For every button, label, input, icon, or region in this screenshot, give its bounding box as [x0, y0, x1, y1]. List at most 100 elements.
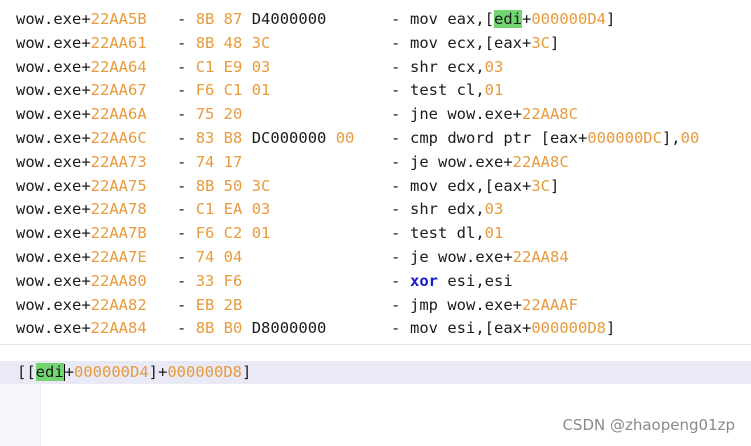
separator-dash: - — [177, 81, 187, 100]
operand-text: ] — [550, 33, 560, 52]
expr-mid: ]+ — [148, 363, 168, 381]
operand-text: ] — [605, 319, 616, 338]
highlighted-register: edi — [494, 10, 522, 28]
operand-text: shr ecx, — [410, 57, 485, 76]
instruction-address: wow.exe+22AA84 — [16, 317, 147, 341]
operand-number: 03 — [484, 57, 504, 76]
separator-dash: - — [391, 271, 401, 290]
address-module: wow.exe+ — [16, 33, 91, 52]
instruction-address: wow.exe+22AA61 — [16, 32, 147, 56]
immediate-bytes: D4000000 — [251, 10, 327, 28]
separator-dash: - — [177, 176, 187, 195]
instruction-address: wow.exe+22AA73 — [16, 151, 147, 175]
immediate-bytes: 03 — [251, 200, 271, 219]
operand-text: + — [522, 10, 532, 28]
mnemonic-keyword: xor — [410, 271, 438, 290]
separator-dash: - — [177, 224, 187, 243]
address-module: wow.exe+ — [16, 200, 91, 219]
pointer-expression-bar[interactable]: [[edi+000000D4]+000000D8] — [0, 361, 751, 384]
pointer-expression[interactable]: [[edi+000000D4]+000000D8] — [17, 361, 251, 384]
expr-offset-1: 000000D4 — [74, 363, 149, 381]
operand-text: jmp wow.exe+ — [410, 295, 522, 314]
instruction-bytes: - 74 17 — [177, 151, 242, 175]
operand-text: ] — [606, 10, 616, 28]
instruction-address: wow.exe+22AA7E — [16, 246, 147, 270]
instruction-address: wow.exe+22AA6C — [16, 127, 147, 151]
instruction-bytes: - C1 E9 03 — [177, 56, 270, 80]
address-module: wow.exe+ — [16, 105, 91, 124]
address-offset: 22AA64 — [90, 57, 147, 76]
instruction-bytes: - F6 C2 01 — [177, 222, 270, 246]
instruction-address: wow.exe+22AA64 — [16, 56, 147, 80]
operand-text: je wow.exe+ — [410, 247, 513, 266]
separator-dash: - — [391, 176, 401, 195]
separator-dash: - — [391, 33, 401, 52]
opcode-bytes: 8B B0 — [195, 319, 243, 338]
operand-text: mov ecx,[eax+ — [410, 33, 532, 52]
immediate-bytes: 01 — [251, 81, 271, 100]
instruction-bytes: - F6 C1 01 — [177, 79, 270, 103]
address-module: wow.exe+ — [16, 176, 91, 195]
immediate-tail-bytes: 00 — [335, 128, 355, 147]
assembly-instruction: jne wow.exe+22AA8C — [410, 103, 578, 127]
separator-dash: - — [177, 319, 187, 338]
address-offset: 22AA6C — [90, 128, 147, 147]
operand-text: test dl, — [410, 224, 485, 243]
instruction-bytes: - 74 04 — [177, 246, 242, 270]
assembly-instruction: mov edx,[eax+3C] — [410, 175, 559, 199]
separator-dash: - — [391, 200, 401, 219]
separator-dash: - — [177, 271, 187, 290]
operand-text: ], — [661, 128, 681, 147]
assembly-instruction: je wow.exe+22AA8C — [410, 151, 569, 175]
separator-dash: - — [177, 105, 187, 124]
opcode-bytes: 8B 50 3C — [195, 176, 271, 195]
operand-number: 22AA8C — [521, 105, 578, 124]
operand-text: [ — [484, 10, 494, 28]
assembly-instruction: mov ecx,[eax+3C] — [410, 32, 559, 56]
assembly-instruction: je wow.exe+22AA84 — [410, 246, 569, 270]
address-offset: 22AA78 — [90, 200, 147, 219]
operand-text: mov eax, — [410, 10, 485, 28]
opcode-bytes: 75 20 — [195, 105, 243, 124]
separator-dash: - — [177, 247, 187, 266]
operand-text: mov esi,[eax+ — [410, 319, 532, 338]
separator-dash: - — [391, 247, 401, 266]
address-offset: 22AA73 — [90, 152, 147, 171]
panel-divider — [0, 344, 751, 345]
address-module: wow.exe+ — [16, 247, 91, 266]
operand-number: 01 — [484, 224, 504, 243]
address-module: wow.exe+ — [16, 152, 91, 171]
instruction-bytes: - 8B 48 3C — [177, 32, 270, 56]
assembly-instruction: mov esi,[eax+000000D8] — [410, 317, 615, 341]
opcode-bytes: 33 F6 — [195, 271, 243, 290]
instruction-bytes: - 83 B8 DC000000 00 — [177, 127, 354, 151]
assembly-instruction: xor esi,esi — [410, 270, 513, 294]
operand-text: cmp dword ptr [eax+ — [410, 128, 588, 147]
separator-dash: - — [177, 152, 187, 171]
assembly-instruction: cmp dword ptr [eax+000000DC],00 — [410, 127, 699, 151]
operand-text: ] — [550, 176, 560, 195]
opcode-bytes: 74 04 — [195, 247, 243, 266]
operand-text: je wow.exe+ — [410, 152, 513, 171]
separator-dash: - — [177, 33, 187, 52]
address-module: wow.exe+ — [16, 224, 91, 243]
separator-dash: - — [177, 10, 187, 28]
address-offset: 22AA5B — [90, 10, 147, 28]
instruction-bytes: - 33 F6 — [177, 270, 242, 294]
operand-number: 3C — [531, 33, 550, 52]
operand-number: 000000D8 — [531, 319, 606, 338]
lower-panel-gutter — [0, 384, 41, 446]
operand-text: shr edx, — [410, 200, 485, 219]
instruction-address: wow.exe+22AA78 — [16, 198, 147, 222]
instruction-bytes: - 75 20 — [177, 103, 242, 127]
separator-dash: - — [391, 57, 401, 76]
instruction-address: wow.exe+22AA80 — [16, 270, 147, 294]
instruction-bytes: - 8B 87 D4000000 — [177, 8, 326, 32]
opcode-bytes: F6 C2 — [195, 224, 243, 243]
assembly-instruction: mov eax,[edi+000000D4] — [410, 8, 615, 32]
separator-dash: - — [391, 10, 401, 28]
instruction-bytes: - 8B 50 3C — [177, 175, 270, 199]
operand-number: 03 — [484, 200, 504, 219]
assembly-instruction: jmp wow.exe+22AAAF — [410, 294, 578, 318]
opcode-bytes: 83 B8 — [195, 128, 243, 147]
